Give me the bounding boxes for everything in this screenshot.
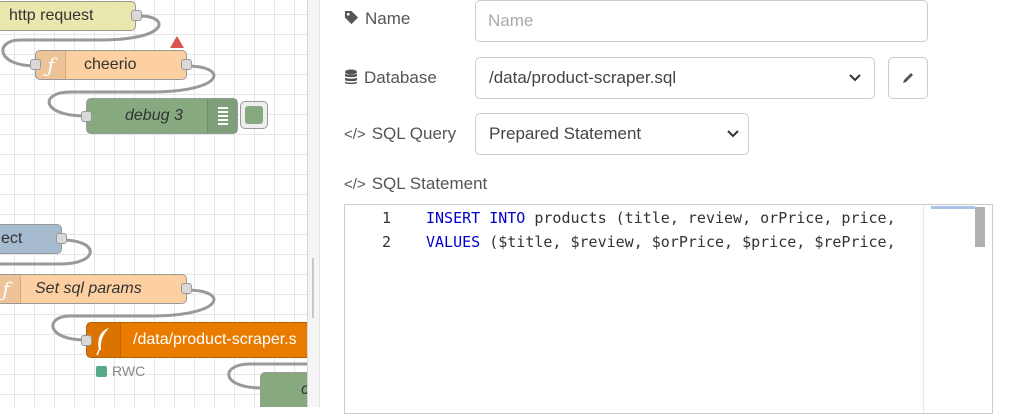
sqlite-node[interactable]: /data/product-scraper.s	[86, 322, 312, 358]
feather-icon	[87, 323, 121, 357]
node-label: ect	[1, 230, 23, 247]
partial-node[interactable]: c	[260, 372, 312, 407]
output-port[interactable]	[181, 59, 192, 70]
node-edit-panel: Name Database /data/product-scraper.sql …	[320, 0, 1013, 414]
function-icon: ƒ	[0, 275, 21, 303]
line-number: 2	[381, 233, 391, 251]
edit-database-button[interactable]	[888, 57, 928, 99]
status-text: RWC	[112, 363, 146, 379]
input-port[interactable]	[81, 335, 92, 346]
output-port[interactable]	[56, 233, 67, 244]
node-label: /data/product-scraper.s	[133, 331, 297, 348]
code-line: INSERT INTO products (title, review, orP…	[426, 209, 896, 227]
node-label: Set sql params	[35, 280, 142, 297]
database-icon	[345, 69, 357, 85]
minimap	[931, 206, 975, 209]
database-value: /data/product-scraper.sql	[489, 68, 677, 87]
node-label: debug 3	[125, 107, 183, 124]
print-margin	[923, 205, 924, 413]
node-status: RWC	[96, 363, 145, 379]
cheerio-node[interactable]: ƒ cheerio	[35, 50, 187, 80]
sql-code-editor[interactable]: 1 2 INSERT INTO products (title, review,…	[344, 204, 993, 414]
warning-triangle-icon	[170, 36, 184, 48]
database-label: Database	[344, 68, 437, 88]
output-port[interactable]	[181, 283, 192, 294]
output-port[interactable]	[131, 10, 142, 21]
pencil-icon	[903, 73, 913, 83]
line-number: 1	[381, 209, 391, 227]
sql-query-label: </> SQL Query	[344, 124, 457, 143]
line-number-gutter: 1 2	[345, 205, 415, 413]
sql-statement-label: </> SQL Statement	[344, 174, 488, 193]
panel-resize-handle[interactable]	[307, 0, 320, 407]
flow-canvas[interactable]: http request ƒ cheerio debug 3 ect ƒ Set…	[0, 0, 312, 407]
status-dot	[96, 366, 107, 377]
name-input[interactable]	[475, 0, 928, 42]
vertical-scrollbar[interactable]	[975, 207, 985, 247]
code-icon: </>	[344, 126, 366, 143]
input-port[interactable]	[30, 59, 41, 70]
debug-toggle-button[interactable]	[240, 101, 268, 129]
select-node[interactable]: ect	[0, 224, 62, 254]
set-sql-params-node[interactable]: ƒ Set sql params	[0, 274, 187, 304]
chevron-down-icon	[849, 74, 861, 82]
name-label: Name	[344, 9, 410, 29]
database-select[interactable]: /data/product-scraper.sql	[475, 57, 875, 99]
sql-query-select[interactable]: Prepared Statement	[475, 113, 749, 155]
code-icon: </>	[344, 176, 366, 193]
input-port[interactable]	[81, 111, 92, 122]
sql-query-value: Prepared Statement	[489, 124, 642, 143]
list-icon	[207, 99, 237, 133]
code-line: VALUES ($title, $review, $orPrice, $pric…	[426, 233, 896, 251]
tag-icon	[344, 10, 359, 25]
chevron-down-icon	[727, 130, 739, 138]
node-label: http request	[9, 7, 94, 24]
http-request-node[interactable]: http request	[0, 1, 136, 31]
debug-node[interactable]: debug 3	[86, 98, 238, 134]
node-label: cheerio	[84, 56, 137, 73]
